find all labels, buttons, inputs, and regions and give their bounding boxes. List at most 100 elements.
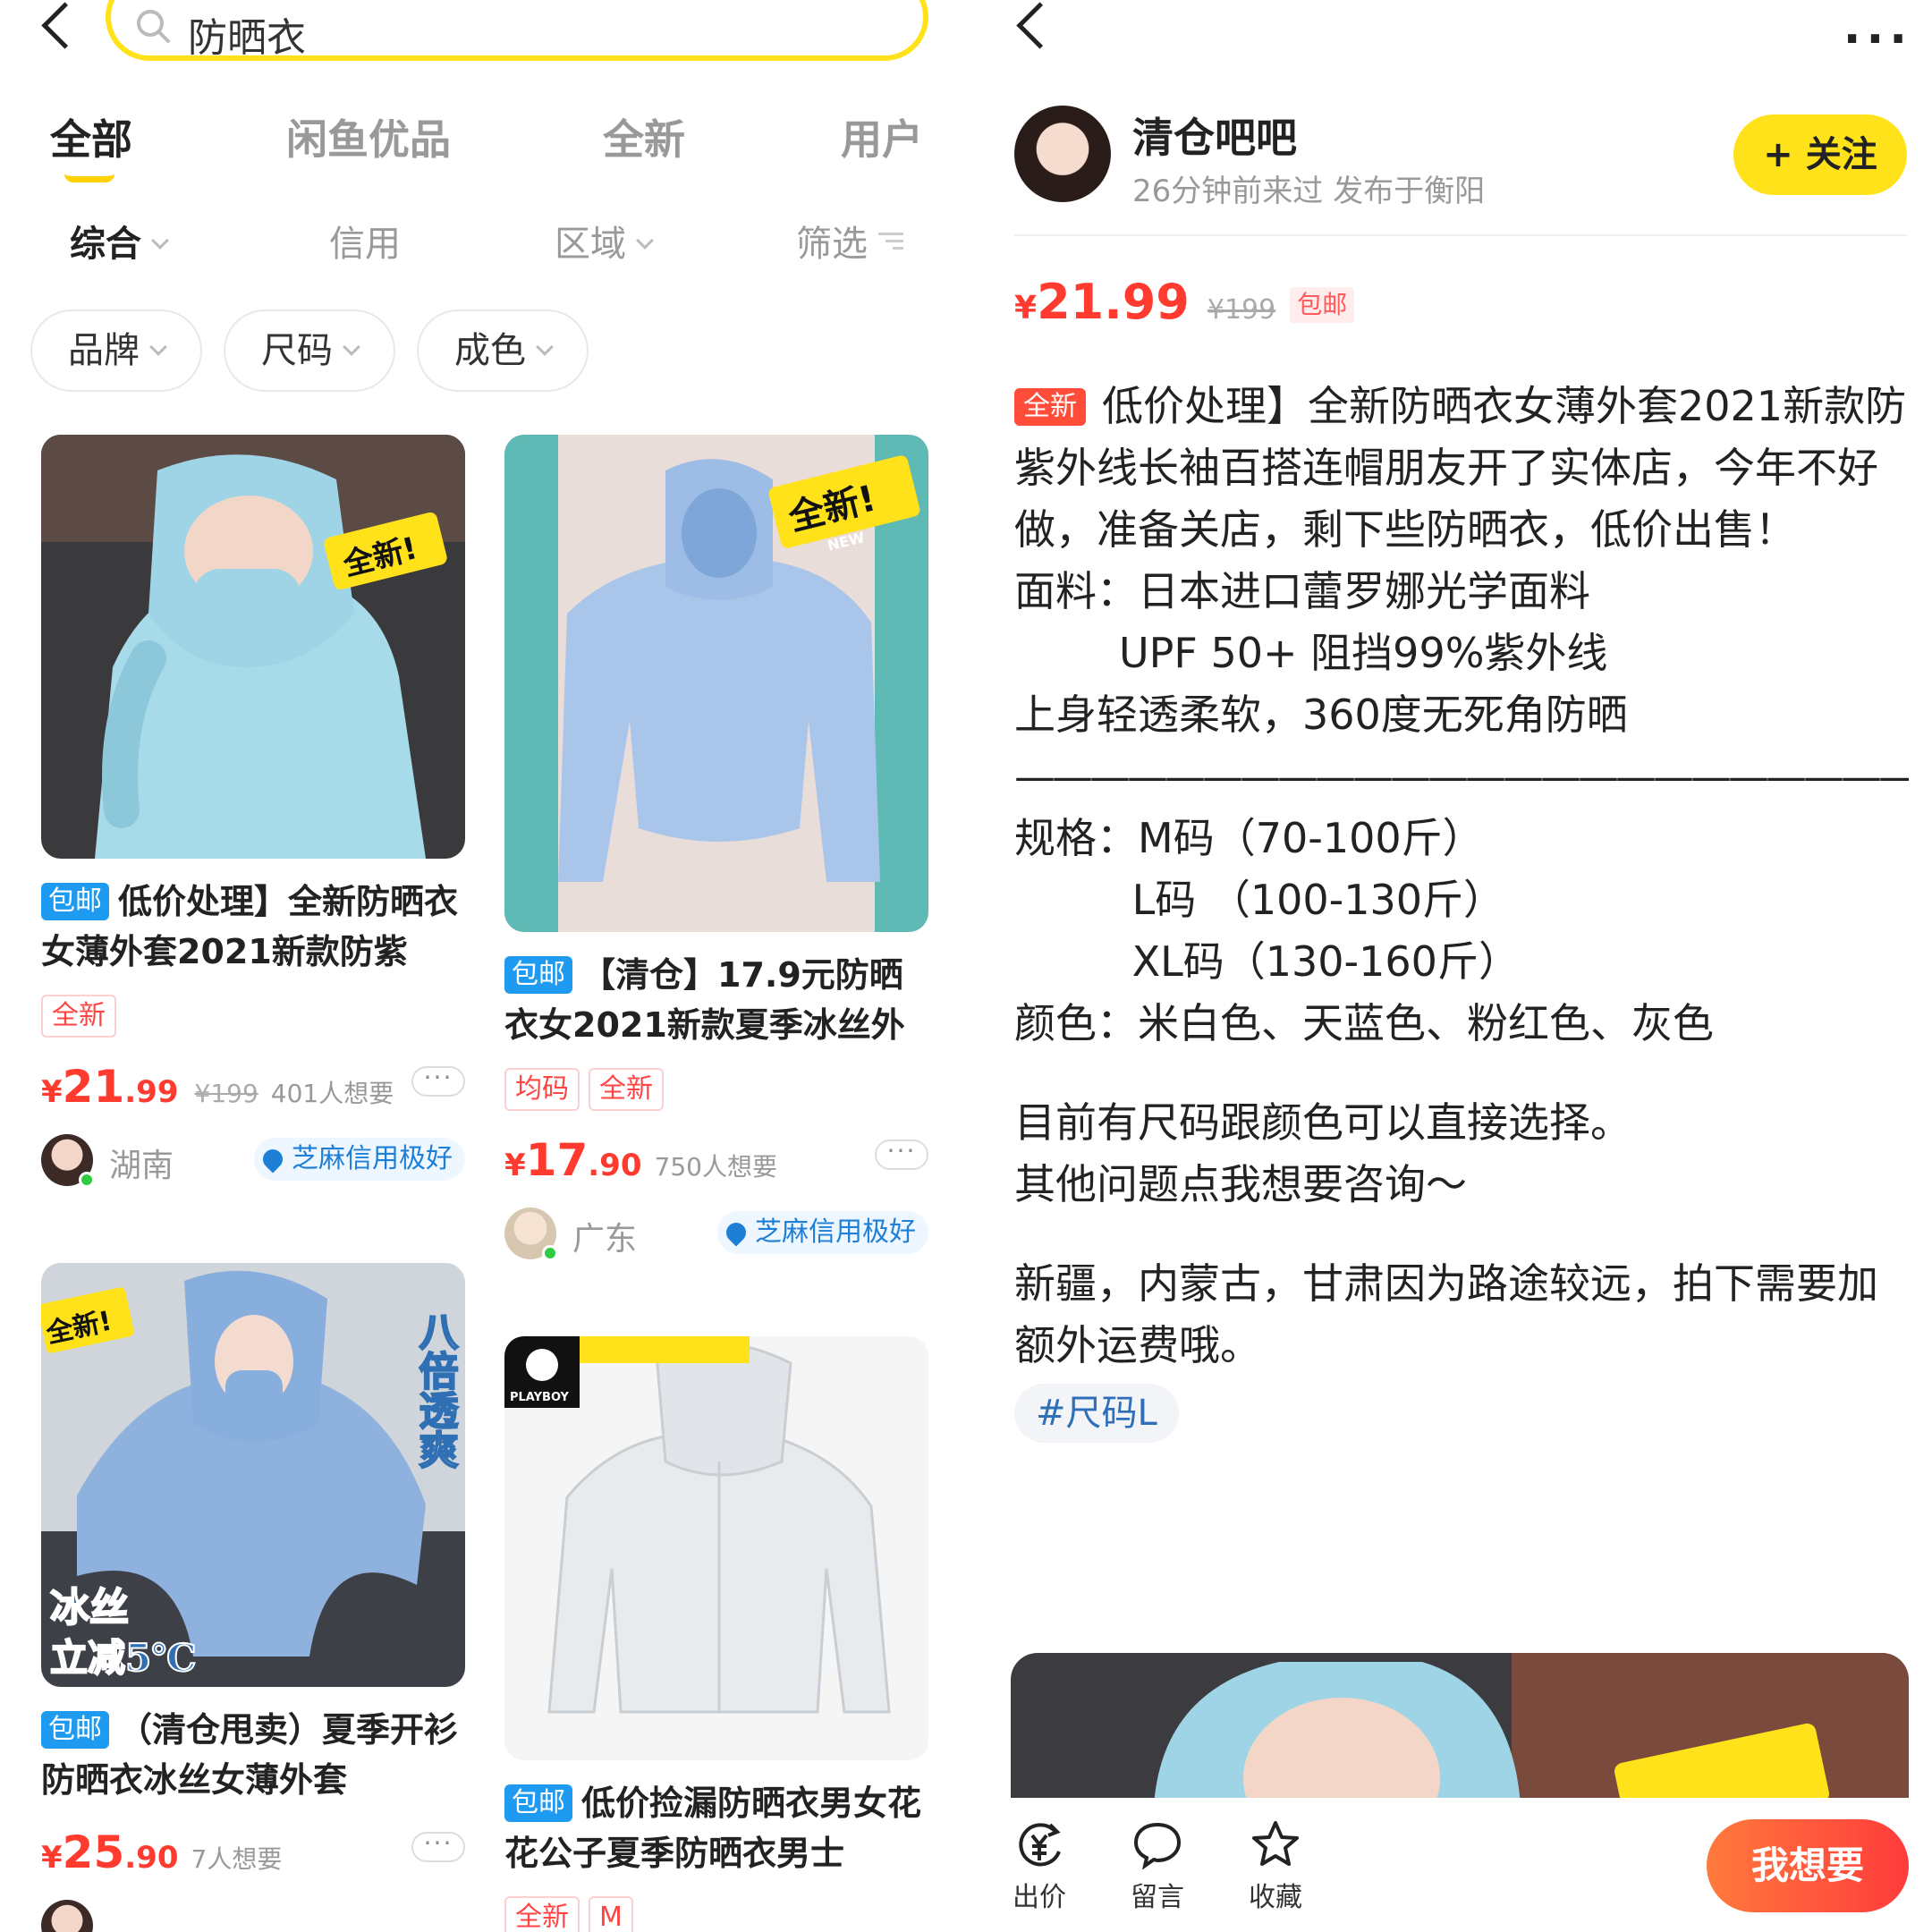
offer-button[interactable]: 出价 [995,1819,1084,1914]
currency-symbol: ¥ [1014,290,1038,326]
comment-button[interactable]: 留言 [1113,1819,1202,1914]
seller-name[interactable]: 清仓吧吧 [1132,106,1297,165]
chevron-down-icon [536,338,554,356]
search-icon [137,10,170,43]
want-count: 7人想要 [191,1844,283,1874]
seller-region: 广东 [572,1221,638,1258]
desc-line-text: 低价处理】全新防晒衣女薄外套2021新款防紫外线长袖百搭连帽朋友开了实体店，今年… [1014,382,1907,554]
sesame-credit-icon [258,1145,287,1174]
product-card[interactable]: 全新! 八倍透爽 冰丝 立减5℃ 包邮 （清仓甩卖）夏季开衫防晒衣冰丝女薄外套 ¥… [41,1263,465,1932]
tab-brand-new[interactable]: 全新 [603,107,685,166]
new-badge: 全新 [1014,388,1086,426]
chip-brand-label: 品牌 [68,330,140,371]
search-query: 防晒衣 [188,15,306,61]
price-value: 21.99 [1037,274,1190,330]
product-card[interactable]: 全新! 包邮 低价处理】全新防晒衣女薄外套2021新款防紫 全新 ¥21.99 ¥1… [41,435,465,1195]
yen-offer-icon [1019,1823,1061,1867]
avatar[interactable] [41,1134,95,1188]
avatar[interactable] [504,1208,558,1261]
favorite-button[interactable]: 收藏 [1231,1819,1320,1914]
price-row: ¥21.99 ¥199 401人想要 ··· [41,1061,465,1114]
product-card[interactable]: PLAYBOY 包邮 低价捡漏防晒衣男女花花公子夏季防晒衣男士 全新 M [504,1336,928,1932]
price-decimal: .90 [588,1148,642,1183]
price-integer: 25 [62,1826,125,1878]
product-tags: 均码 全新 [504,1068,673,1111]
result-tabs: 全部 闲鱼优品 全新 用户 [0,107,948,188]
credit-text: 芝麻信用极好 [755,1216,916,1248]
price-row: ¥25.90 7人想要 ··· [41,1826,465,1880]
seller-meta: 26分钟前来过 发布于衡阳 [1132,174,1486,209]
ice-silk-text: 冰丝 [50,1585,129,1631]
desc-line: 其他问题点我想要咨询～ [1014,1160,1467,1208]
desc-line: 新疆，内蒙古，甘肃因为路途较远，拍下需要加额外运费哦。 [1014,1259,1878,1369]
avatar[interactable] [1014,106,1111,202]
sort-credit[interactable]: 信用 [329,215,401,267]
free-shipping-badge: 包邮 [1290,287,1355,323]
sort-bar: 综合 信用 区域 筛选 [0,215,948,277]
tab-users[interactable]: 用户 [841,107,923,166]
desc-line: 目前有尺码跟颜色可以直接选择。 [1014,1098,1631,1147]
search-results-pane: 防晒衣 全部 闲鱼优品 全新 用户 综合 信用 区域 筛选 品牌 尺码 成色 全… [0,0,948,1932]
chip-size[interactable]: 尺码 [224,309,395,392]
tab-idlefish-select[interactable]: 闲鱼优品 [286,107,451,166]
product-image[interactable] [1011,1653,1909,1805]
seller-region: 湖南 [109,1148,174,1184]
more-menu-icon[interactable]: ··· [1843,13,1912,66]
avatar[interactable] [41,1900,93,1932]
product-title: 包邮 【清仓】17.9元防晒衣女2021新款夏季冰丝外 [504,950,928,1050]
seller-row[interactable]: 湖南 芝麻信用极好 [41,1134,465,1188]
desc-divider-line: —————————————————————————— [1014,752,1909,801]
hashtag-chip[interactable]: #尺码L [1014,1384,1179,1443]
more-options-icon[interactable]: ··· [411,1831,465,1862]
currency-symbol: ¥ [41,1840,63,1876]
product-image[interactable]: 全新! 八倍透爽 冰丝 立减5℃ [41,1263,465,1687]
free-shipping-badge: 包邮 [504,1784,572,1822]
desc-line: 全新 低价处理】全新防晒衣女薄外套2021新款防紫外线长袖百搭连帽朋友开了实体店，… [1014,376,1909,561]
online-indicator [79,1172,95,1188]
back-icon[interactable] [32,0,86,54]
divider [1014,234,1907,236]
seller-row[interactable]: 广东 芝麻信用极好 [504,1208,928,1261]
desc-line: L码 （100-130斤） [1014,876,1505,924]
want-count: 750人想要 [654,1152,777,1182]
chip-condition-label: 成色 [454,330,526,371]
desc-line: UPF 50+ 阻挡99%紫外线 [1014,629,1608,677]
product-image[interactable]: 全新! [41,435,465,859]
search-input[interactable]: 防晒衣 [106,0,928,61]
chip-size-label: 尺码 [261,330,333,371]
currency-symbol: ¥ [504,1148,526,1183]
more-options-icon[interactable]: ··· [875,1139,928,1170]
follow-button[interactable]: + 关注 [1733,114,1907,195]
size-tag: M [589,1896,633,1932]
desc-line: 面料：日本进口蕾罗娜光学面料 [1014,567,1590,615]
active-tab-indicator [64,174,114,182]
free-shipping-badge: 包邮 [504,956,572,994]
want-button[interactable]: 我想要 [1707,1819,1909,1912]
desc-line: 规格：M码（70-100斤） [1014,814,1484,862]
chip-brand[interactable]: 品牌 [30,309,202,392]
want-count: 401人想要 [270,1079,394,1108]
sort-region-label: 区域 [555,224,626,265]
product-title: 包邮 低价处理】全新防晒衣女薄外套2021新款防紫 [41,877,465,977]
sort-region[interactable]: 区域 [555,215,654,267]
more-options-icon[interactable]: ··· [411,1065,465,1097]
product-detail-pane: ··· 清仓吧吧 26分钟前来过 发布于衡阳 + 关注 ¥21.99 ¥199 包邮… [984,0,1932,1932]
tab-all[interactable]: 全部 [50,107,132,166]
chevron-down-icon [343,338,360,356]
favorite-label: 收藏 [1249,1882,1302,1913]
sesame-credit-icon [722,1218,750,1247]
back-icon[interactable] [1007,0,1061,54]
price-integer: 21 [62,1061,125,1113]
desc-line: 颜色：米白色、天蓝色、粉红色、灰色 [1014,999,1714,1047]
product-image[interactable]: PLAYBOY [504,1336,928,1760]
seller-row[interactable] [41,1900,465,1932]
product-image[interactable]: 全新! NEW [504,435,928,932]
offer-label: 出价 [1013,1882,1066,1913]
star-icon [1252,1821,1299,1866]
sort-comprehensive[interactable]: 综合 [70,215,169,267]
sort-filter[interactable]: 筛选 [796,215,903,267]
product-card[interactable]: 全新! NEW 包邮 【清仓】17.9元防晒衣女2021新款夏季冰丝外 均码 全新 … [504,435,928,1267]
chip-condition[interactable]: 成色 [417,309,589,392]
product-title: 包邮 （清仓甩卖）夏季开衫防晒衣冰丝女薄外套 [41,1705,465,1805]
